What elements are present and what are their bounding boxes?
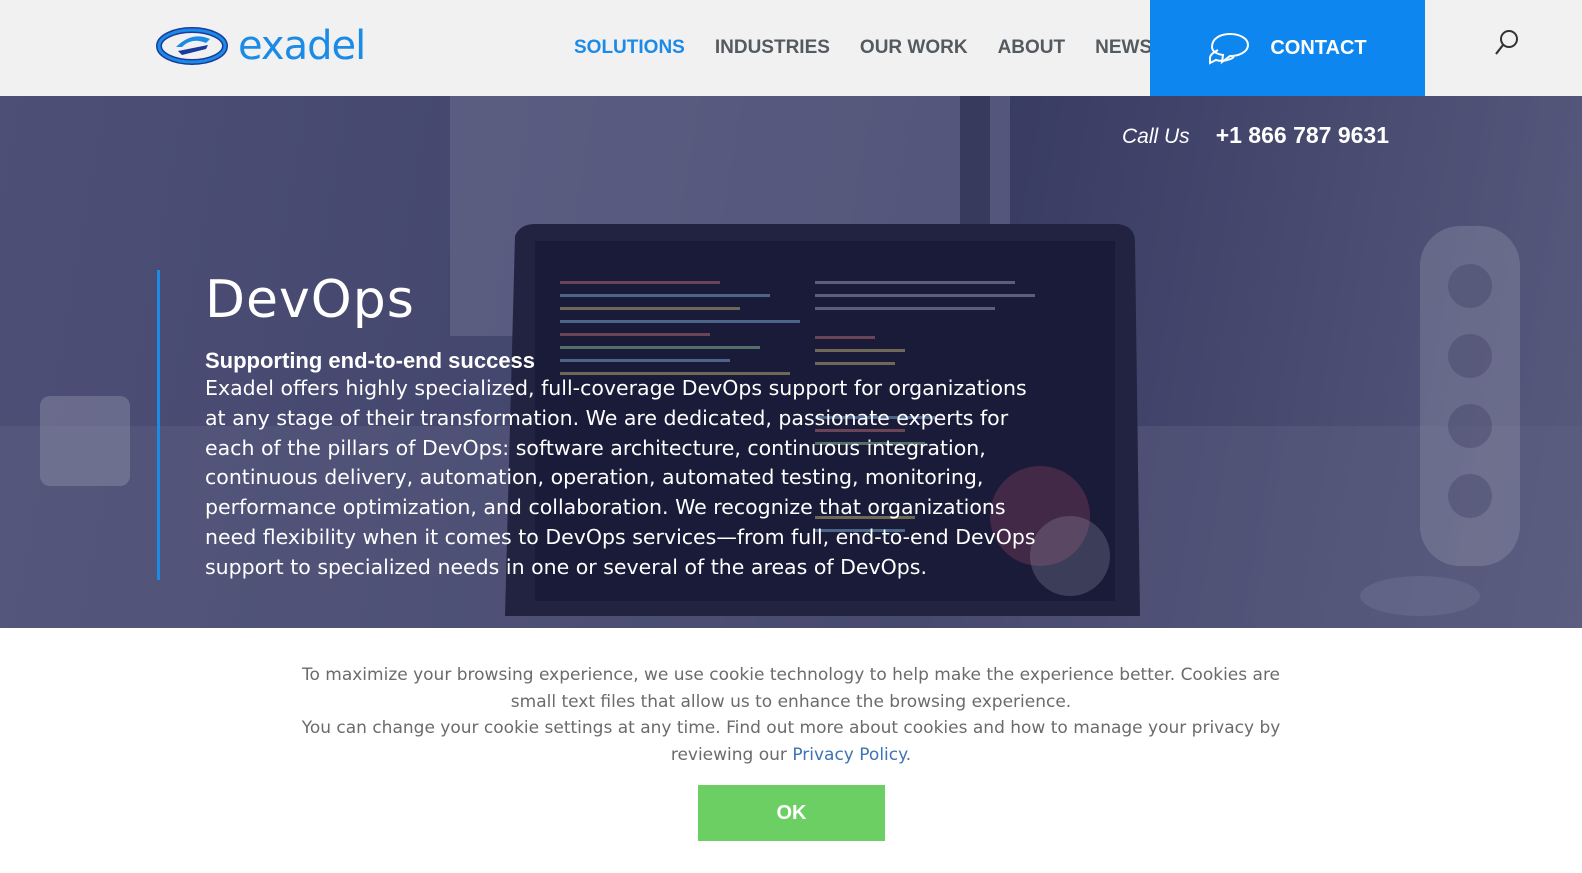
chat-bubbles-icon <box>1209 32 1250 65</box>
contact-label: CONTACT <box>1270 36 1367 59</box>
nav-item-news[interactable]: NEWS <box>1095 36 1152 60</box>
page-title: DevOps <box>205 270 415 330</box>
call-us-label: Call Us <box>1122 125 1190 148</box>
cookie-message: To maximize your browsing experience, we… <box>280 662 1302 769</box>
nav-item-solutions[interactable]: SOLUTIONS <box>574 36 685 60</box>
hero-accent-border <box>157 270 160 580</box>
cookie-line-2-end: . <box>905 745 912 766</box>
hero-section: Call Us +1 866 787 9631 DevOps Supportin… <box>0 96 1582 628</box>
phone-link[interactable]: +1 866 787 9631 <box>1216 122 1389 149</box>
cookie-line-2: You can change your cookie settings at a… <box>280 715 1302 768</box>
call-us: Call Us +1 866 787 9631 <box>1122 122 1389 149</box>
search-button[interactable] <box>1494 28 1520 58</box>
site-header: exadel SOLUTIONS INDUSTRIES OUR WORK ABO… <box>0 0 1582 96</box>
exadel-logo[interactable]: exadel <box>156 23 366 69</box>
contact-button[interactable]: CONTACT <box>1150 0 1425 96</box>
logo-wordmark: exadel <box>238 23 366 69</box>
hero-description: Exadel offers highly specialized, full-c… <box>205 376 1036 579</box>
cookie-ok-button[interactable]: OK <box>698 785 885 841</box>
privacy-policy-link[interactable]: Privacy Policy <box>792 745 905 765</box>
cookie-line-2-text: You can change your cookie settings at a… <box>301 718 1281 766</box>
nav-item-our-work[interactable]: OUR WORK <box>860 36 968 60</box>
main-nav: SOLUTIONS INDUSTRIES OUR WORK ABOUT NEWS <box>574 36 1182 60</box>
search-icon <box>1495 30 1518 55</box>
nav-item-industries[interactable]: INDUSTRIES <box>715 36 830 60</box>
hero-subtitle: Supporting end-to-end success <box>205 348 536 373</box>
nav-item-about[interactable]: ABOUT <box>998 36 1066 60</box>
cookie-line-1: To maximize your browsing experience, we… <box>301 665 1281 712</box>
exadel-logo-mark-icon <box>156 27 228 65</box>
cookie-banner: To maximize your browsing experience, we… <box>0 628 1582 873</box>
